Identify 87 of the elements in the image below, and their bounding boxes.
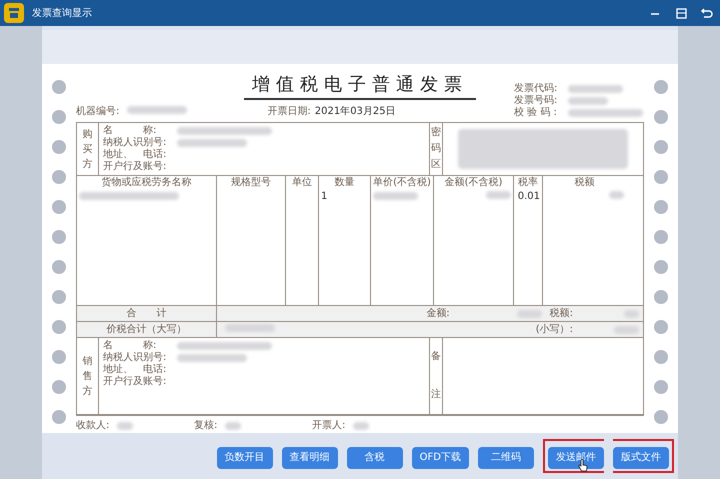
redacted-text [353, 422, 370, 430]
redacted-text [373, 192, 418, 200]
field-label: 机器编号: [76, 104, 120, 119]
column-header: 单位 [291, 176, 313, 190]
field-label: 开户行及账号: [103, 376, 165, 388]
redacted-text [568, 85, 623, 93]
action-button[interactable]: 版式文件 [613, 446, 669, 469]
field-label: 收款人: [76, 419, 110, 433]
perforation-hole [654, 80, 668, 94]
perforation-hole [52, 320, 66, 334]
field-label: 金额: [426, 306, 450, 321]
field-label: 发票号码: [514, 95, 558, 106]
section-label: 销售方 [82, 354, 92, 398]
row-label: 价税合计（大写） [106, 322, 186, 337]
column-header: 税率 [517, 176, 539, 190]
perforation-hole [654, 200, 668, 214]
perforation-hole [654, 170, 668, 184]
app-logo-icon [4, 3, 24, 23]
section-label: 密码区 [431, 126, 441, 172]
perforation-hole [52, 380, 66, 394]
perforation-hole [52, 140, 66, 154]
field-label: 地址、 电话: [103, 149, 165, 160]
perforation-hole [654, 140, 668, 154]
restore-icon [701, 7, 713, 19]
perforation-hole [52, 200, 66, 214]
field-label: 发票代码: [514, 83, 558, 95]
field-label: 纳税人识别号: [103, 137, 165, 148]
column-header: 规格型号 [230, 176, 272, 190]
redacted-text [609, 190, 624, 198]
action-button[interactable]: 查看明细 [282, 446, 338, 469]
field-label: 开户行及账号: [103, 161, 165, 173]
redacted-text [117, 422, 134, 430]
column-header: 金额(不含税) [444, 176, 504, 190]
perforation-hole [654, 380, 668, 394]
column-header: 数量 [334, 176, 356, 190]
perforation-hole [52, 110, 66, 124]
maximize-icon [676, 8, 686, 18]
perforation-hole [52, 260, 66, 274]
redacted-text [624, 310, 639, 318]
section-label: 备注 [431, 350, 441, 402]
field-label: 开票日期: [267, 104, 311, 119]
section-label: 购买方 [82, 128, 92, 172]
column-header: 税额 [574, 176, 596, 190]
table-cell-text: 0.01 [518, 190, 540, 204]
perforation-hole [654, 260, 668, 274]
perforation-hole [654, 410, 668, 424]
redacted-text [486, 190, 511, 198]
perforation-hole [654, 350, 668, 364]
perforation-hole [654, 230, 668, 244]
perforation-hole [52, 350, 66, 364]
field-label: 名 称: [103, 125, 158, 136]
redacted-text [516, 310, 542, 318]
redacted-text [177, 139, 247, 147]
column-header: 货物或应税劳务名称 [100, 176, 192, 190]
redacted-text [225, 324, 275, 332]
table-cell-text: 1 [321, 190, 328, 204]
field-label: 名 称: [103, 340, 158, 352]
invoice-date: 2021年03月25日 [314, 105, 396, 119]
perforation-hole [52, 80, 66, 94]
action-button[interactable]: 负数开目 [216, 446, 273, 469]
action-button[interactable]: 二维码 [478, 446, 534, 469]
field-label: 纳税人识别号: [103, 352, 165, 364]
column-header: 单价(不含税) [372, 176, 432, 190]
field-label: 复核: [194, 418, 218, 433]
action-button[interactable]: OFD下载 [412, 446, 469, 469]
field-label: 校 验 码 : [514, 107, 558, 119]
action-button[interactable]: 发送邮件 [548, 446, 604, 469]
perforation-hole [654, 320, 668, 334]
field-label: (小写）: [536, 322, 573, 337]
field-label: 地址、 电话: [103, 364, 165, 376]
perforation-hole [52, 230, 66, 244]
perforation-hole [654, 110, 668, 124]
row-label: 合 计 [126, 306, 166, 321]
perforation-hole [52, 170, 66, 184]
perforation-hole [52, 290, 66, 304]
action-button[interactable]: 含税 [346, 446, 403, 469]
perforation-hole [654, 290, 668, 304]
redacted-text [225, 422, 242, 430]
perforation-hole [52, 410, 66, 424]
redacted-text [568, 97, 608, 105]
redacted-text [614, 326, 639, 334]
redacted-text [177, 354, 247, 362]
window-title: 发票查询显示 [32, 6, 92, 20]
field-label: 税额: [550, 306, 573, 321]
redacted-text [127, 106, 188, 114]
invoice-title: 增值税电子普通发票 [244, 74, 476, 100]
field-label: 开票人: [312, 419, 346, 433]
